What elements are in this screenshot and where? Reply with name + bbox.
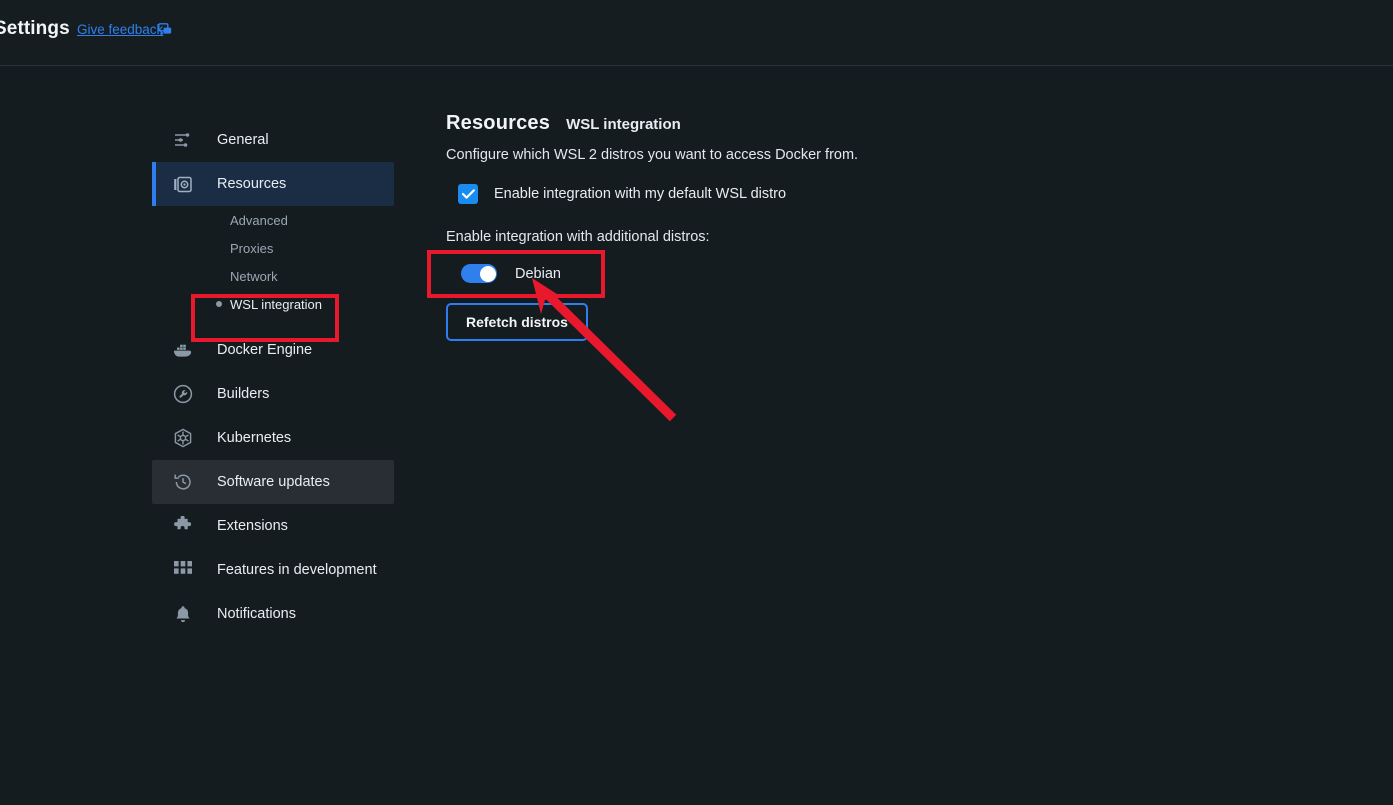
sidebar-item-resources[interactable]: Resources <box>152 162 394 206</box>
resources-icon <box>172 173 194 195</box>
settings-window: Settings Give feedback General Resources… <box>0 0 1393 805</box>
sidebar-item-builders[interactable]: Builders <box>152 372 394 416</box>
settings-sidebar: General Resources Advanced Proxies Netwo… <box>152 118 394 636</box>
history-clock-icon <box>172 471 194 493</box>
kubernetes-helm-icon <box>172 427 194 449</box>
puzzle-piece-icon <box>172 515 194 537</box>
sidebar-item-label: Docker Engine <box>217 342 313 358</box>
sidebar-item-label: Features in development <box>217 562 377 578</box>
sidebar-item-label: Builders <box>217 386 270 402</box>
sidebar-subitem-label: Network <box>230 268 278 284</box>
toggle-knob <box>479 265 496 282</box>
distro-name-label: Debian <box>515 265 561 282</box>
page-title: Settings <box>0 18 70 39</box>
docker-whale-icon <box>172 339 194 361</box>
sidebar-subitem-proxies[interactable]: Proxies <box>152 234 394 262</box>
sidebar-subitem-label: Advanced <box>230 212 288 228</box>
chat-bubble-icon[interactable] <box>158 23 172 36</box>
sidebar-item-notifications[interactable]: Notifications <box>152 592 394 636</box>
default-distro-checkbox-row[interactable]: Enable integration with my default WSL d… <box>458 184 1186 204</box>
panel-heading: Resources WSL integration <box>446 112 1186 135</box>
wrench-icon <box>172 383 194 405</box>
sidebar-item-extensions[interactable]: Extensions <box>152 504 394 548</box>
default-distro-checkbox-label: Enable integration with my default WSL d… <box>494 186 787 202</box>
sidebar-item-label: Extensions <box>217 518 288 534</box>
sidebar-item-label: Notifications <box>217 606 296 622</box>
give-feedback-link[interactable]: Give feedback <box>77 22 163 37</box>
sliders-icon <box>172 129 194 151</box>
panel-description: Configure which WSL 2 distros you want t… <box>446 147 859 163</box>
sidebar-item-label: Software updates <box>217 474 330 490</box>
sidebar-subitem-label: WSL integration <box>230 296 323 312</box>
panel-subtitle: WSL integration <box>566 116 681 133</box>
distro-row-debian: Debian <box>461 264 1186 283</box>
sidebar-subitem-advanced[interactable]: Advanced <box>152 206 394 234</box>
sidebar-item-docker-engine[interactable]: Docker Engine <box>152 328 394 372</box>
sidebar-subitem-wsl-integration[interactable]: WSL integration <box>152 290 394 318</box>
resources-subnav: Advanced Proxies Network WSL integration <box>152 206 394 318</box>
sidebar-item-features-in-development[interactable]: Features in development <box>152 548 394 592</box>
sidebar-subitem-label: Proxies <box>230 240 274 256</box>
active-bullet-icon <box>216 301 222 307</box>
sidebar-item-general[interactable]: General <box>152 118 394 162</box>
window-header: Settings Give feedback <box>0 0 1393 66</box>
debian-toggle[interactable] <box>461 264 497 283</box>
sidebar-item-label: Kubernetes <box>217 430 292 446</box>
refetch-distros-button[interactable]: Refetch distros <box>446 303 588 341</box>
sidebar-item-label: General <box>217 132 269 148</box>
wsl-integration-panel: Resources WSL integration Configure whic… <box>446 112 1186 341</box>
sidebar-item-kubernetes[interactable]: Kubernetes <box>152 416 394 460</box>
bell-icon <box>172 603 194 625</box>
default-distro-checkbox[interactable] <box>458 184 478 204</box>
grid-icon <box>172 559 194 581</box>
additional-distros-label: Enable integration with additional distr… <box>446 229 710 245</box>
sidebar-subitem-network[interactable]: Network <box>152 262 394 290</box>
sidebar-item-software-updates[interactable]: Software updates <box>152 460 394 504</box>
sidebar-item-label: Resources <box>217 176 287 192</box>
panel-title: Resources <box>446 112 551 134</box>
